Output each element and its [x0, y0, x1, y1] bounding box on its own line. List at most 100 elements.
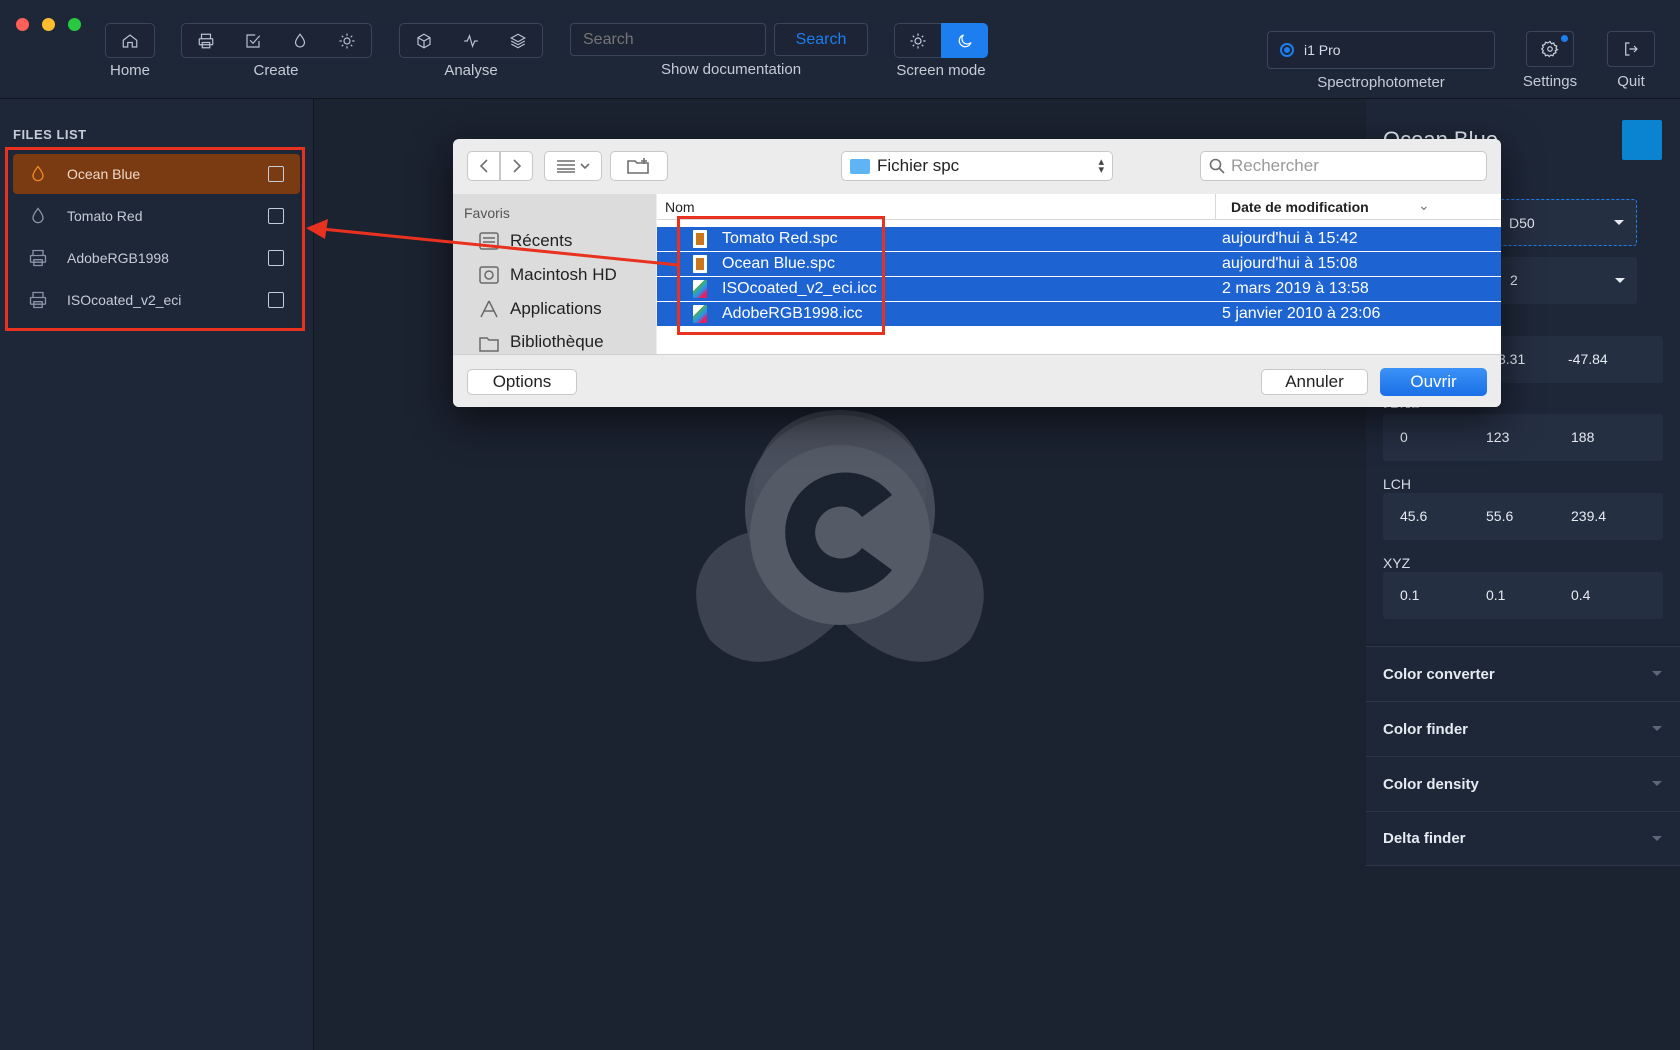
chevron-down-icon	[1652, 726, 1662, 731]
sidebar-item-applications[interactable]: Applications	[476, 298, 602, 320]
chevron-down-icon	[1614, 220, 1624, 225]
spectrophotometer-label: Spectrophotometer	[1317, 74, 1445, 91]
search-icon	[1209, 158, 1225, 174]
accordion-label: Color converter	[1383, 665, 1495, 683]
column-date[interactable]: Date de modification	[1231, 199, 1369, 215]
spectrophotometer-value: i1 Pro	[1304, 42, 1341, 58]
annotation-box-files-list	[5, 147, 305, 331]
screen-mode-label: Screen mode	[896, 62, 986, 79]
lch-h-value: 239.4	[1571, 508, 1607, 524]
list-view-icon	[557, 160, 590, 173]
logout-icon	[1625, 42, 1638, 56]
open-button[interactable]: Ouvrir	[1380, 368, 1487, 396]
srgb-b-value: 188	[1571, 429, 1595, 445]
back-button[interactable]	[467, 151, 500, 181]
home-icon[interactable]	[115, 26, 145, 56]
radio-selected-icon	[1280, 43, 1294, 57]
analyse-label: Analyse	[444, 62, 498, 79]
annotation-arrow	[306, 219, 679, 267]
zoom-window-button[interactable]	[68, 18, 81, 31]
location-popup[interactable]: Fichier spc ▴ ▾	[841, 151, 1113, 181]
activity-icon[interactable]	[456, 26, 486, 56]
lch-values-box: 45.6 55.6 239.4	[1383, 493, 1663, 540]
layers-icon[interactable]	[503, 26, 533, 56]
search-placeholder: Rechercher	[1231, 156, 1319, 175]
analyse-group	[399, 23, 543, 58]
applications-icon	[476, 298, 502, 320]
files-list-title: FILES LIST	[13, 127, 87, 142]
lch-label: LCH	[1383, 476, 1412, 492]
quit-button[interactable]	[1607, 31, 1655, 67]
sidebar-item-label: Applications	[510, 299, 602, 318]
folder-icon	[476, 332, 502, 354]
minimize-window-button[interactable]	[42, 18, 55, 31]
home-label: Home	[109, 62, 150, 79]
srgb-r-value: 0	[1400, 429, 1408, 445]
cancel-button[interactable]: Annuler	[1261, 369, 1368, 395]
moon-icon	[958, 33, 972, 47]
chevron-right-icon	[512, 159, 521, 173]
xyz-label: XYZ	[1383, 555, 1411, 571]
chevron-down-icon	[1615, 278, 1625, 283]
file-date: aujourd'hui à 15:08	[1222, 255, 1358, 272]
accordion-label: Delta finder	[1383, 830, 1466, 847]
location-label: Fichier spc	[877, 156, 960, 175]
file-date: aujourd'hui à 15:42	[1222, 230, 1358, 247]
sidebar-item-label: Bibliothèque	[510, 332, 604, 351]
file-date: 5 janvier 2010 à 23:06	[1222, 305, 1381, 322]
color-density-accordion[interactable]: Color density	[1366, 756, 1680, 811]
xyz-values-box: 0.1 0.1 0.4	[1383, 572, 1663, 619]
spectrophotometer-select[interactable]: i1 Pro	[1267, 31, 1495, 69]
close-window-button[interactable]	[16, 18, 29, 31]
file-date: 2 mars 2019 à 13:58	[1222, 280, 1369, 297]
home-group	[105, 23, 155, 58]
lch-c-value: 55.6	[1486, 508, 1514, 524]
check-square-icon[interactable]	[238, 26, 268, 56]
color-converter-accordion[interactable]: Color converter	[1366, 646, 1680, 701]
light-mode-button[interactable]	[894, 23, 941, 58]
lab-a-value: 3.31	[1498, 351, 1526, 367]
lab-b-value: -47.84	[1568, 351, 1608, 367]
up-down-chevron-icon: ▴ ▾	[1098, 156, 1104, 176]
accordion-label: Color finder	[1383, 720, 1468, 738]
settings-button[interactable]	[1526, 31, 1574, 67]
show-documentation-label[interactable]: Show documentation	[600, 61, 862, 78]
app-logo	[696, 410, 984, 662]
xyz-x-value: 0.1	[1400, 587, 1420, 603]
column-name[interactable]: Nom	[665, 199, 695, 215]
droplet-icon[interactable]	[285, 26, 315, 56]
settings-label: Settings	[1522, 73, 1578, 90]
chevron-down-icon	[1652, 836, 1662, 841]
search-button[interactable]: Search	[774, 23, 868, 56]
cube-icon[interactable]	[409, 26, 439, 56]
search-field[interactable]: Rechercher	[1200, 151, 1487, 181]
chevron-down-icon	[1652, 671, 1662, 676]
chevron-down-icon	[1652, 781, 1662, 786]
lch-l-value: 45.6	[1400, 508, 1428, 524]
options-button[interactable]: Options	[467, 369, 577, 395]
new-folder-icon	[627, 158, 649, 174]
dark-mode-button[interactable]	[941, 23, 988, 58]
color-finder-accordion[interactable]: Color finder	[1366, 701, 1680, 756]
xyz-z-value: 0.4	[1571, 587, 1591, 603]
gear-icon	[1541, 40, 1559, 58]
delta-finder-accordion[interactable]: Delta finder	[1366, 811, 1680, 866]
search-input[interactable]	[570, 23, 766, 56]
printer-icon[interactable]	[191, 26, 221, 56]
illuminant-value: D50	[1509, 215, 1535, 231]
color-swatch	[1622, 120, 1662, 160]
sun-icon[interactable]	[332, 26, 362, 56]
chevron-down-icon: ⌄	[1418, 197, 1430, 213]
xyz-y-value: 0.1	[1486, 587, 1506, 603]
view-options-button[interactable]	[544, 151, 602, 181]
sidebar-item-library[interactable]: Bibliothèque	[476, 332, 604, 354]
notification-dot	[1561, 35, 1568, 42]
create-group	[181, 23, 372, 58]
srgb-g-value: 123	[1486, 429, 1510, 445]
sun-icon	[910, 33, 926, 48]
forward-button[interactable]	[500, 151, 533, 181]
quit-label: Quit	[1617, 73, 1645, 90]
new-folder-button[interactable]	[610, 151, 668, 181]
chevron-left-icon	[479, 159, 488, 173]
srgb-values-box: 0 123 188	[1383, 414, 1663, 461]
